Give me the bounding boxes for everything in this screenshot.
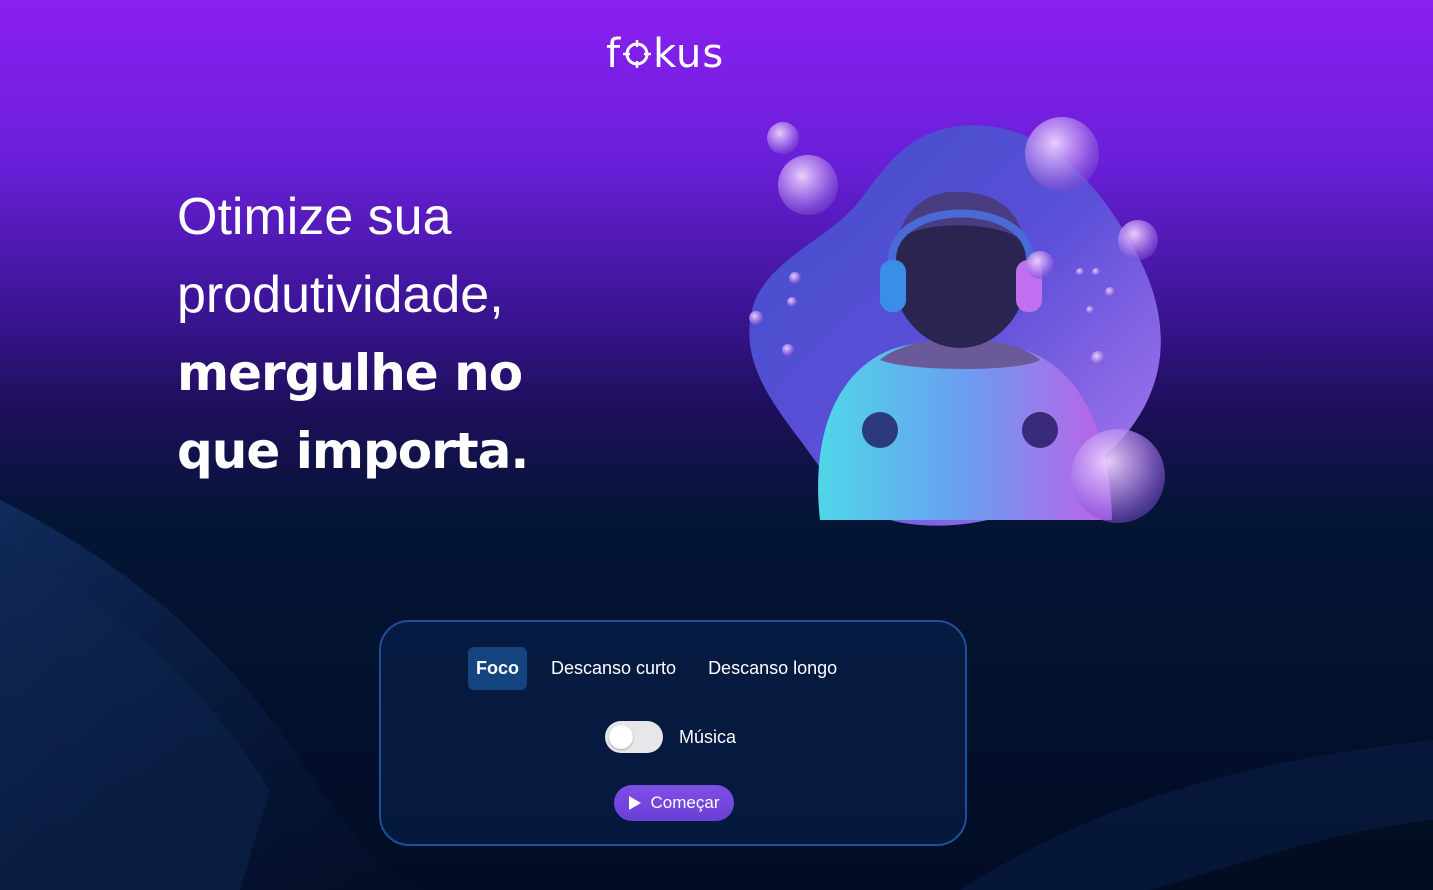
bubble — [1071, 429, 1165, 523]
headline-line-4: que importa. — [177, 422, 529, 480]
headphone-left — [880, 260, 906, 312]
headline-line-1: Otimize sua — [177, 188, 452, 246]
bubble — [1025, 117, 1099, 191]
fokus-logo[interactable]: f kus — [606, 30, 740, 78]
tab-descanso-curto[interactable]: Descanso curto — [535, 647, 692, 690]
logo-suffix: kus — [653, 31, 725, 77]
music-toggle[interactable] — [605, 721, 663, 753]
bubble — [1118, 220, 1158, 260]
mode-tabs: Foco Descanso curto Descanso longo — [468, 646, 853, 690]
tab-foco[interactable]: Foco — [468, 646, 527, 690]
hero-illustration — [749, 117, 1165, 526]
headline-line-2: produtividade, — [177, 266, 504, 324]
toggle-knob — [609, 725, 633, 749]
start-button[interactable]: Começar — [614, 785, 734, 821]
music-toggle-label: Música — [679, 726, 737, 747]
play-icon — [628, 796, 641, 810]
target-o-icon — [623, 40, 652, 68]
bubble — [778, 155, 838, 215]
headline-line-3: mergulhe no — [177, 344, 523, 402]
bubble — [767, 122, 799, 154]
timer-card: Foco Descanso curto Descanso longo Músic… — [379, 620, 967, 846]
music-toggle-row: Música — [605, 720, 736, 754]
hero-headline: Otimize sua produtividade, mergulhe no q… — [177, 178, 637, 490]
logo-prefix: f — [606, 31, 622, 77]
start-button-label: Começar — [650, 793, 720, 812]
bubble — [1026, 251, 1054, 279]
tab-descanso-longo[interactable]: Descanso longo — [692, 647, 853, 690]
